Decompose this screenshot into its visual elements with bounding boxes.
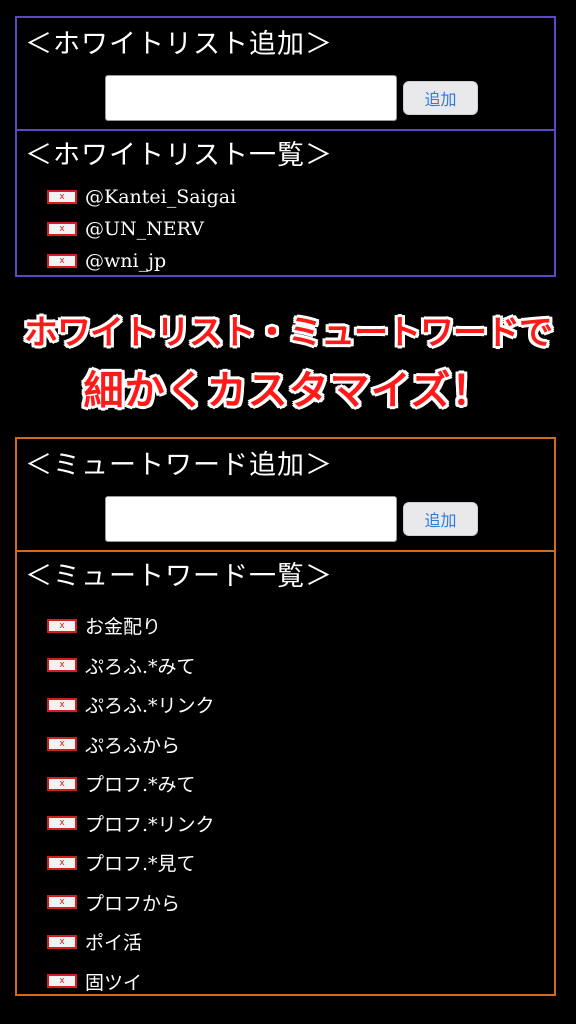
muteword-list-title: ＜ミュートワード一覧＞	[25, 561, 333, 592]
promo-line-1: ホワイトリスト・ミュートワードで	[24, 313, 553, 353]
muteword-add-title: ＜ミュートワード追加＞	[25, 450, 333, 481]
list-item-text: @Kantei_Saigai	[85, 186, 237, 208]
list-item-text: 固ツイ	[85, 971, 143, 994]
list-item: x プロフから	[47, 883, 215, 923]
delete-button[interactable]: x	[47, 190, 77, 204]
delete-button[interactable]: x	[47, 658, 77, 673]
promo-line-2: 細かくカスタマイズ！	[83, 368, 493, 414]
list-item: x ぷろふ.*みて	[47, 646, 215, 686]
whitelist-add-button[interactable]: 追加	[403, 81, 478, 115]
list-item: x プロフ.*リンク	[47, 804, 215, 844]
whitelist-input[interactable]	[105, 75, 397, 121]
muteword-items: x お金配り x ぷろふ.*みて x ぷろふ.*リンク x ぷろふから x プロ…	[47, 606, 215, 1001]
muteword-list-panel: ＜ミュートワード一覧＞ x お金配り x ぷろふ.*みて x ぷろふ.*リンク …	[15, 550, 556, 996]
list-item-text: ぷろふ.*みて	[85, 655, 196, 678]
delete-button[interactable]: x	[47, 222, 77, 236]
whitelist-items: x @Kantei_Saigai x @UN_NERV x @wni_jp	[47, 181, 236, 277]
list-item: x プロフ.*見て	[47, 843, 215, 883]
delete-button[interactable]: x	[47, 855, 77, 870]
muteword-add-panel: ＜ミュートワード追加＞ 追加	[15, 437, 556, 552]
list-item-text: プロフ.*リンク	[85, 813, 215, 836]
list-item-text: @wni_jp	[85, 250, 167, 272]
list-item-text: お金配り	[85, 616, 162, 639]
list-item: x 固ツイ	[47, 962, 215, 1002]
muteword-add-button[interactable]: 追加	[403, 502, 478, 536]
delete-button[interactable]: x	[47, 974, 77, 989]
whitelist-add-row: 追加	[105, 75, 478, 121]
list-item-text: プロフ.*みて	[85, 774, 196, 797]
whitelist-list-title: ＜ホワイトリスト一覧＞	[25, 140, 333, 171]
delete-button[interactable]: x	[47, 737, 77, 752]
delete-button[interactable]: x	[47, 776, 77, 791]
list-item: x ぷろふ.*リンク	[47, 685, 215, 725]
muteword-add-row: 追加	[105, 496, 478, 542]
list-item-text: @UN_NERV	[85, 218, 204, 240]
list-item: x @Kantei_Saigai	[47, 181, 236, 213]
whitelist-list-panel: ＜ホワイトリスト一覧＞ x @Kantei_Saigai x @UN_NERV …	[15, 129, 556, 277]
muteword-input[interactable]	[105, 496, 397, 542]
delete-button[interactable]: x	[47, 895, 77, 910]
list-item: x ぷろふから	[47, 725, 215, 765]
delete-button[interactable]: x	[47, 697, 77, 712]
whitelist-add-title: ＜ホワイトリスト追加＞	[25, 29, 333, 60]
delete-button[interactable]: x	[47, 816, 77, 831]
list-item-text: プロフ.*見て	[85, 853, 196, 876]
delete-button[interactable]: x	[47, 618, 77, 633]
list-item-text: ぷろふから	[85, 734, 181, 757]
list-item: x ポイ活	[47, 922, 215, 962]
list-item-text: ポイ活	[85, 932, 143, 955]
list-item: x お金配り	[47, 606, 215, 646]
list-item-text: ぷろふ.*リンク	[85, 695, 215, 718]
list-item: x プロフ.*みて	[47, 764, 215, 804]
delete-button[interactable]: x	[47, 934, 77, 949]
list-item: x @UN_NERV	[47, 213, 236, 245]
whitelist-add-panel: ＜ホワイトリスト追加＞ 追加	[15, 16, 556, 131]
delete-button[interactable]: x	[47, 254, 77, 268]
list-item: x @wni_jp	[47, 245, 236, 277]
list-item-text: プロフから	[85, 892, 181, 915]
